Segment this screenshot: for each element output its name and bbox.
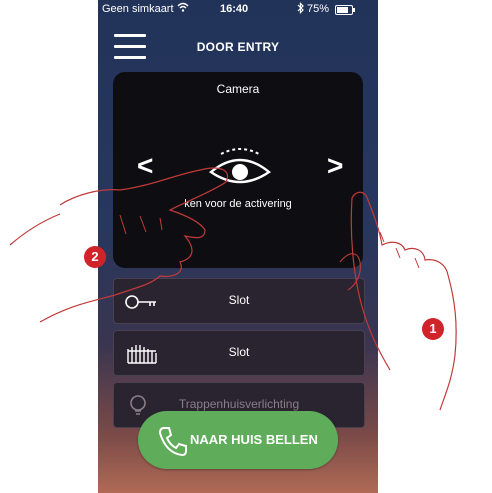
carrier-text: Geen simkaart	[102, 3, 174, 15]
phone-screen: Geen simkaart 16:40 75% DOOR ENTRY Camer…	[98, 0, 378, 493]
activation-hint: ken voor de activering	[184, 198, 292, 210]
lock-label: Slot	[228, 293, 250, 307]
lock-button-2[interactable]: Slot	[113, 330, 365, 376]
chevron-right-icon[interactable]: >	[327, 150, 343, 182]
page-title: DOOR ENTRY	[196, 40, 280, 54]
eye-icon[interactable]	[209, 146, 271, 186]
chevron-left-icon[interactable]: <	[137, 150, 153, 182]
stair-light-label: Trappenhuisverlichting	[178, 397, 300, 411]
callout-badge-1: 1	[422, 318, 444, 340]
lock-label: Slot	[228, 345, 250, 359]
wifi-icon	[177, 1, 189, 16]
lock-button-1[interactable]: Slot	[113, 278, 365, 324]
camera-panel[interactable]: Camera < > ken voor de activering	[113, 72, 363, 268]
battery-icon	[335, 5, 355, 15]
status-bar: Geen simkaart 16:40 75%	[98, 0, 378, 20]
callout-badge-2: 2	[84, 246, 106, 268]
bluetooth-icon	[297, 2, 305, 17]
call-home-label: NAAR HUIS BELLEN	[190, 432, 318, 447]
battery-percent: 75%	[307, 3, 330, 15]
phone-icon	[156, 424, 190, 458]
camera-title: Camera	[216, 82, 260, 96]
clock: 16:40	[220, 3, 249, 15]
call-home-button[interactable]: NAAR HUIS BELLEN	[138, 411, 338, 469]
